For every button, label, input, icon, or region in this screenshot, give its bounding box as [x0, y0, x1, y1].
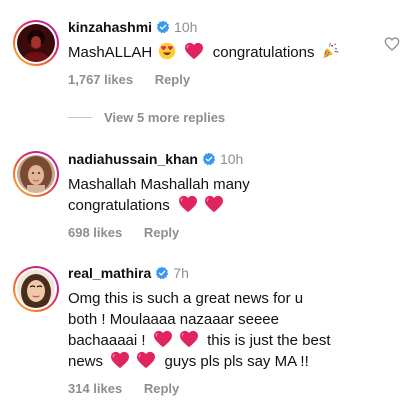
- red-heart-icon: [136, 351, 156, 369]
- likes-count[interactable]: 698 likes: [68, 225, 122, 240]
- red-heart-icon: [184, 42, 204, 60]
- replies-divider-line: [68, 117, 92, 118]
- party-popper-icon: [322, 42, 339, 59]
- comment-text-part: congratulations: [212, 44, 315, 61]
- comment-text-part: news: [68, 353, 104, 370]
- red-heart-icon: [178, 195, 198, 213]
- likes-count[interactable]: 1,767 likes: [68, 72, 133, 87]
- comment-text-line: both ! Moulaaaa nazaaar seeee: [68, 311, 279, 328]
- timestamp: 10h: [174, 19, 198, 35]
- comment-meta: 1,767 likes Reply: [68, 72, 382, 88]
- timestamp: 10h: [219, 151, 244, 167]
- red-heart-icon: [179, 330, 199, 348]
- likes-count[interactable]: 314 likes: [68, 381, 122, 396]
- reply-button[interactable]: Reply: [155, 72, 190, 87]
- comment-text: Mashallah Mashallah many congratulations: [68, 174, 382, 216]
- comment-text-line-wrap: congratulations: [68, 195, 382, 216]
- username[interactable]: nadiahussain_khan: [68, 150, 198, 168]
- verified-badge-icon: [202, 152, 216, 166]
- avatar[interactable]: [13, 20, 59, 66]
- comment-text-part: bachaaaai !: [68, 332, 146, 349]
- comment-meta: 314 likes Reply: [68, 381, 382, 397]
- verified-badge-icon: [155, 266, 169, 280]
- comment-text-part: MashALLAH: [68, 44, 153, 61]
- comments-panel: kinzahashmi 10h MashALLAH congratulation…: [0, 0, 400, 400]
- comment-meta: 698 likes Reply: [68, 225, 382, 241]
- timestamp: 7h: [173, 265, 189, 281]
- comment-text-line-wrap: news guys pls pls say MA !!: [68, 351, 382, 372]
- reply-button[interactable]: Reply: [144, 225, 179, 240]
- view-more-replies-label: View 5 more replies: [104, 110, 226, 125]
- comment-header: real_mathira 7h: [68, 264, 382, 282]
- red-heart-icon: [110, 351, 130, 369]
- comment-text-part: this is just the best: [207, 332, 331, 349]
- comment-body: nadiahussain_khan 10h Mashallah Mashalla…: [68, 150, 382, 241]
- comment-header: nadiahussain_khan 10h: [68, 150, 382, 168]
- red-heart-icon: [153, 330, 173, 348]
- verified-badge-icon: [156, 20, 170, 34]
- username[interactable]: kinzahashmi: [68, 18, 152, 36]
- reply-button[interactable]: Reply: [144, 381, 179, 396]
- view-more-replies-button[interactable]: View 5 more replies: [68, 110, 225, 125]
- comment-text-part: guys pls pls say MA !!: [164, 353, 309, 370]
- like-heart-outline-icon[interactable]: [384, 36, 400, 52]
- avatar[interactable]: [13, 151, 59, 197]
- comment-text: MashALLAH congratulations: [68, 42, 382, 63]
- comment-text-part: congratulations: [68, 197, 170, 214]
- comment-text-line: Omg this is such a great news for u: [68, 290, 304, 307]
- comment-text-line-wrap: bachaaaai ! this is just the best: [68, 330, 382, 351]
- comment-body: kinzahashmi 10h MashALLAH congratulation…: [68, 18, 382, 88]
- heart-eyes-emoji-icon: [159, 42, 176, 60]
- red-heart-icon: [204, 195, 224, 213]
- username[interactable]: real_mathira: [68, 264, 151, 282]
- avatar[interactable]: [13, 266, 59, 312]
- comment-text: Omg this is such a great news for u both…: [68, 288, 382, 372]
- comment-text-line: Mashallah Mashallah many: [68, 176, 250, 193]
- comment-body: real_mathira 7h Omg this is such a great…: [68, 264, 382, 397]
- comment-header: kinzahashmi 10h: [68, 18, 382, 36]
